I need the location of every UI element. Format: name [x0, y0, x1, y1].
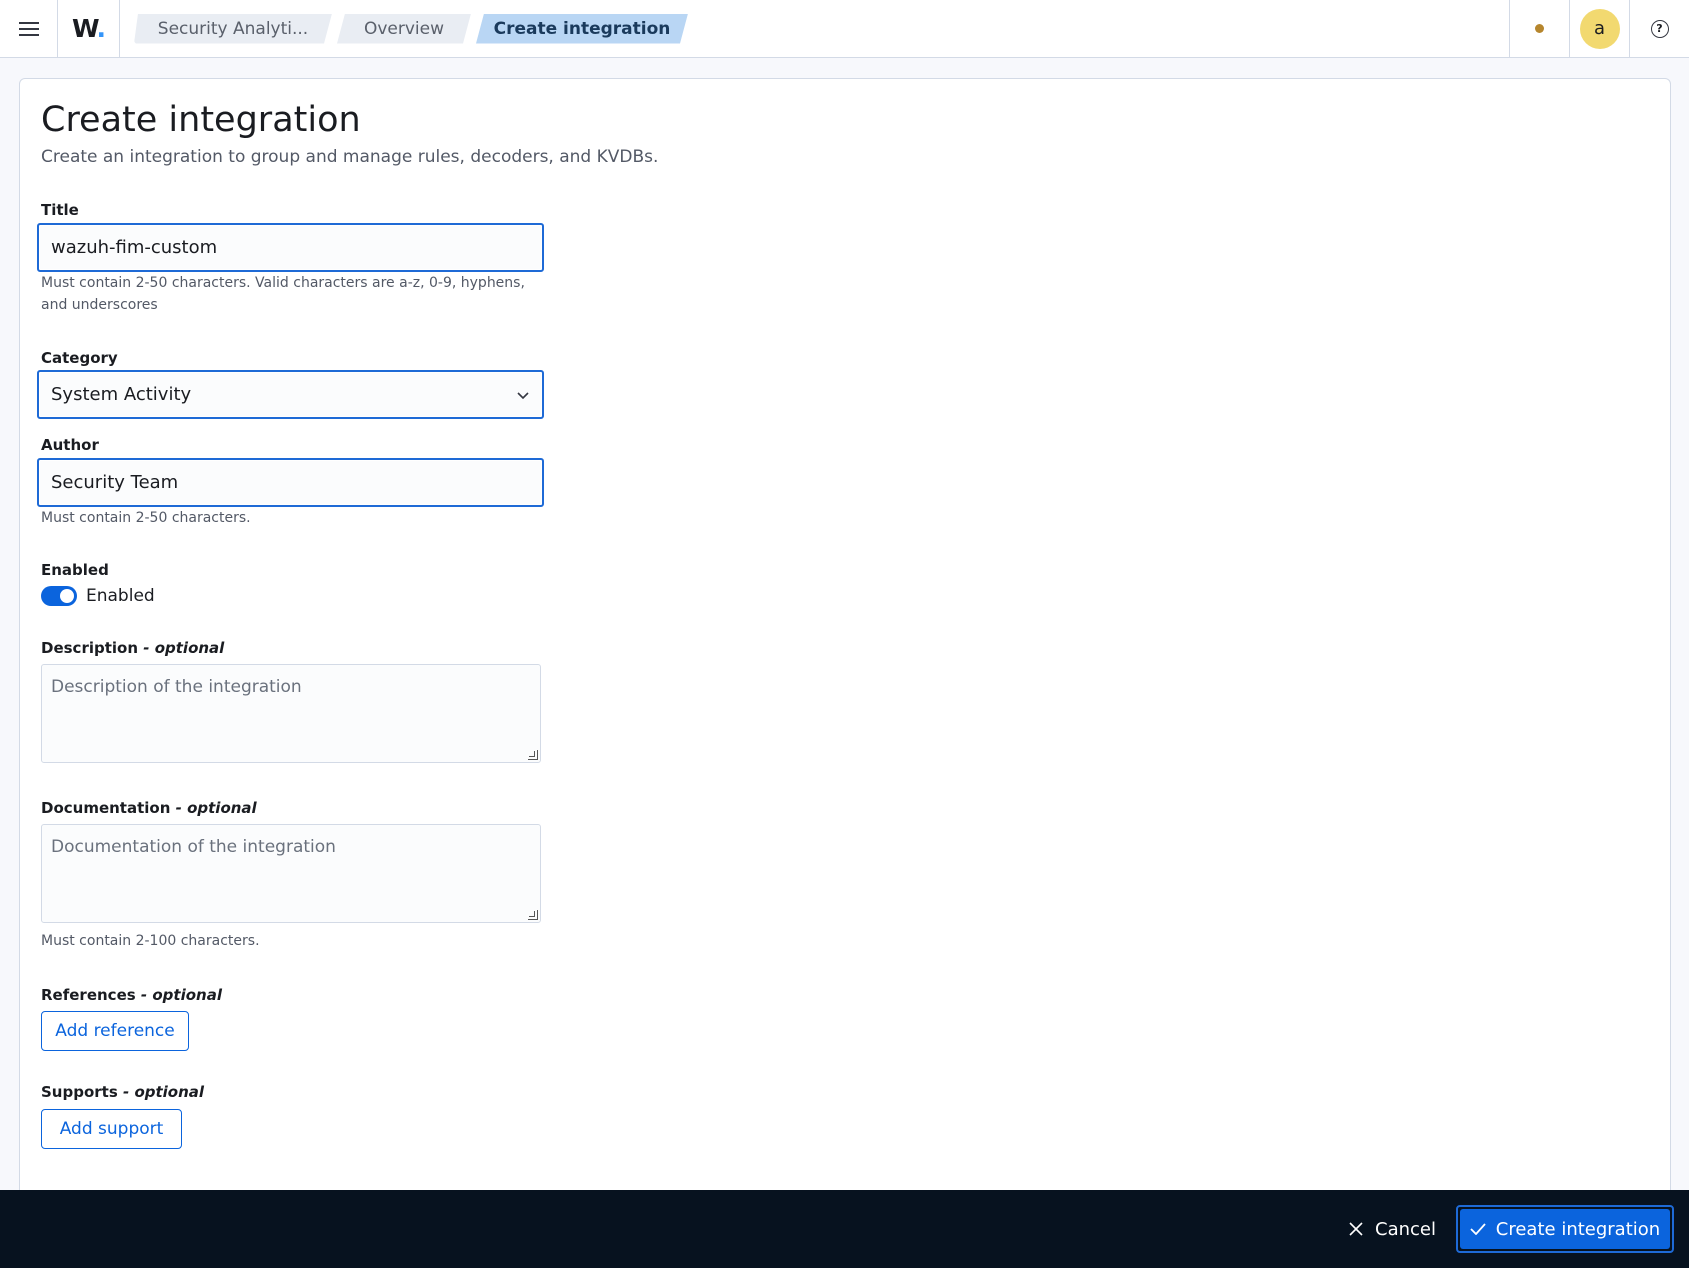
breadcrumb: Security Analyti... Overview Create inte…: [134, 0, 693, 58]
references-optional-tag: - optional: [140, 986, 222, 1004]
close-icon: [1349, 1222, 1363, 1236]
hamburger-menu-button[interactable]: [0, 0, 58, 58]
author-input[interactable]: Security Team: [37, 458, 544, 507]
references-label: References - optional: [41, 986, 222, 1004]
references-label-text: References: [41, 986, 136, 1004]
logo-container[interactable]: W.: [58, 0, 120, 58]
enabled-toggle-row: Enabled: [41, 586, 155, 606]
supports-label-text: Supports: [41, 1083, 118, 1101]
breadcrumb-create-integration: Create integration: [476, 14, 688, 44]
description-label-text: Description: [41, 639, 139, 657]
documentation-placeholder: Documentation of the integration: [51, 837, 336, 857]
create-integration-button[interactable]: Create integration: [1456, 1205, 1674, 1253]
title-input[interactable]: wazuh-fim-custom: [37, 223, 544, 272]
title-input-value: wazuh-fim-custom: [51, 237, 218, 258]
chevron-down-icon: [517, 391, 529, 399]
add-reference-button[interactable]: Add reference: [41, 1011, 189, 1051]
enabled-toggle-label[interactable]: Enabled: [86, 586, 155, 606]
documentation-label: Documentation - optional: [41, 799, 257, 817]
documentation-textarea[interactable]: Documentation of the integration: [41, 824, 541, 923]
description-placeholder: Description of the integration: [51, 677, 302, 697]
logo-letter: W: [71, 14, 98, 43]
page-title: Create integration: [41, 100, 361, 140]
help-button[interactable]: ?: [1629, 0, 1689, 58]
top-navigation-bar: W. Security Analyti... Overview Create i…: [0, 0, 1689, 58]
breadcrumb-overview[interactable]: Overview: [337, 14, 471, 44]
check-icon: [1470, 1223, 1486, 1235]
supports-optional-tag: - optional: [123, 1083, 205, 1101]
status-indicator[interactable]: [1509, 0, 1569, 58]
wazuh-logo[interactable]: W.: [71, 14, 106, 43]
resize-handle-icon[interactable]: [528, 750, 538, 760]
add-support-button[interactable]: Add support: [41, 1109, 182, 1149]
category-label: Category: [41, 349, 118, 367]
supports-label: Supports - optional: [41, 1083, 204, 1101]
category-select-value: System Activity: [51, 384, 192, 405]
header-actions: a ?: [1509, 0, 1689, 58]
create-integration-label: Create integration: [1495, 1218, 1661, 1240]
status-dot-icon: [1535, 24, 1544, 33]
resize-handle-icon[interactable]: [528, 910, 538, 920]
breadcrumb-security-analytics[interactable]: Security Analyti...: [134, 14, 332, 44]
toggle-knob: [60, 589, 74, 603]
user-menu-button[interactable]: a: [1569, 0, 1629, 58]
documentation-optional-tag: - optional: [175, 799, 257, 817]
documentation-help-text: Must contain 2-100 characters.: [41, 933, 260, 949]
description-label: Description - optional: [41, 639, 224, 657]
cancel-button[interactable]: Cancel: [1349, 1219, 1436, 1240]
author-help-text: Must contain 2-50 characters.: [41, 510, 251, 526]
documentation-label-text: Documentation: [41, 799, 171, 817]
title-help-text: Must contain 2-50 characters. Valid char…: [41, 275, 525, 313]
cancel-label: Cancel: [1375, 1218, 1436, 1240]
enabled-toggle-switch[interactable]: [41, 586, 77, 606]
help-icon: ?: [1650, 19, 1669, 38]
author-label: Author: [41, 436, 99, 454]
category-select[interactable]: System Activity: [37, 370, 544, 419]
author-input-value: Security Team: [51, 472, 179, 493]
enabled-label: Enabled: [41, 561, 109, 579]
create-integration-button-inner[interactable]: Create integration: [1460, 1209, 1670, 1249]
page-subtitle: Create an integration to group and manag…: [41, 147, 659, 167]
bottom-action-bar: Cancel Create integration: [0, 1190, 1689, 1268]
title-label: Title: [41, 201, 79, 219]
create-integration-panel: Create integration Create an integration…: [19, 78, 1671, 1200]
description-textarea[interactable]: Description of the integration: [41, 664, 541, 763]
description-optional-tag: - optional: [143, 639, 225, 657]
hamburger-icon: [18, 21, 39, 36]
avatar[interactable]: a: [1579, 8, 1620, 49]
